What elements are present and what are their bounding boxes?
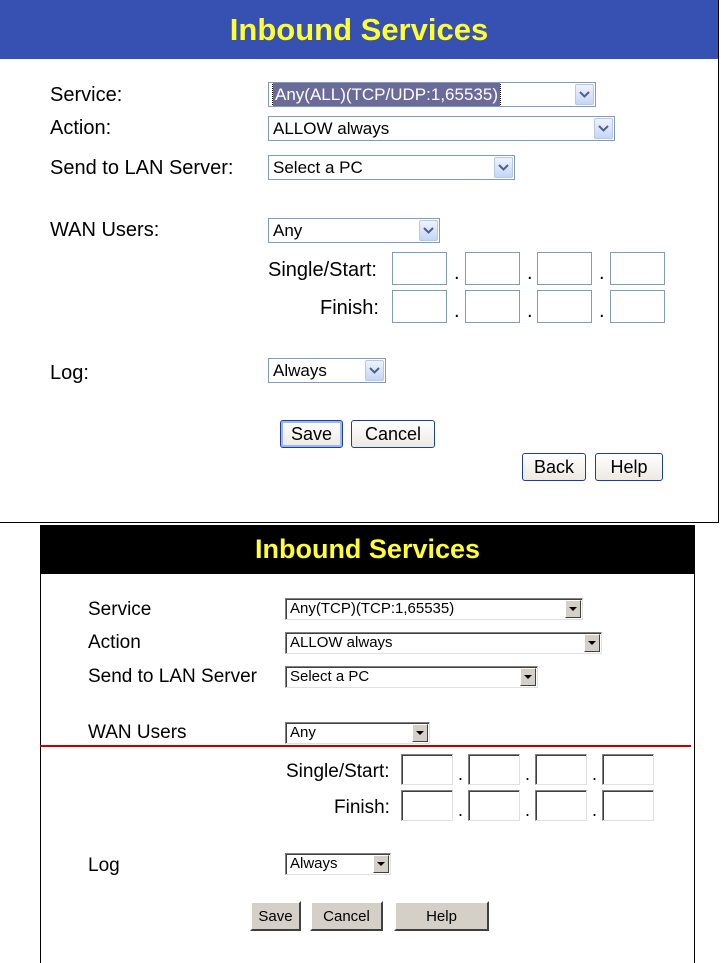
triangle-down-icon[interactable] — [520, 668, 536, 686]
service-selected-value: Any(ALL)(TCP/UDP:1,65535) — [272, 83, 501, 106]
finish-ip-octet-4[interactable] — [610, 290, 665, 323]
lan-server-select[interactable]: Select a PC — [285, 666, 538, 688]
triangle-down-icon[interactable] — [412, 724, 428, 742]
ip-dot: . — [454, 262, 460, 284]
single-start-label: Single/Start: — [286, 761, 390, 782]
wan-users-label: WAN Users: — [50, 219, 160, 241]
ip-dot: . — [592, 764, 598, 784]
action-selected-value: ALLOW always — [273, 119, 390, 138]
wan-users-select[interactable]: Any — [268, 218, 440, 243]
start-ip-octet-4[interactable] — [602, 754, 654, 785]
triangle-down-icon[interactable] — [584, 634, 600, 652]
action-selected-value: ALLOW always — [290, 634, 393, 651]
ip-dot: . — [458, 764, 464, 784]
finish-ip-octet-1[interactable] — [401, 790, 453, 821]
send-to-lan-label: Send to LAN Server: — [50, 157, 234, 179]
single-start-label: Single/Start: — [268, 259, 377, 281]
chevron-down-icon[interactable] — [594, 118, 613, 139]
wan-users-selected-value: Any — [273, 221, 303, 240]
finish-ip-octet-3[interactable] — [535, 790, 587, 821]
ip-dot: . — [599, 300, 605, 322]
log-label: Log: — [50, 362, 89, 384]
wan-users-label: WAN Users — [88, 722, 187, 743]
finish-label: Finish: — [320, 297, 379, 319]
service-selected-value: Any(TCP)(TCP:1,65535) — [290, 600, 455, 617]
start-ip-octet-1[interactable] — [401, 754, 453, 785]
help-button[interactable]: Help — [394, 901, 489, 931]
panel-header: Inbound Services — [0, 0, 718, 59]
lan-server-selected-value: Select a PC — [290, 668, 370, 685]
service-select[interactable]: Any(ALL)(TCP/UDP:1,65535) — [268, 82, 596, 107]
finish-ip-octet-2[interactable] — [465, 290, 520, 323]
ip-dot: . — [458, 800, 464, 820]
help-button[interactable]: Help — [595, 453, 663, 481]
send-to-lan-label: Send to LAN Server — [88, 666, 257, 687]
wan-users-selected-value: Any — [290, 724, 316, 741]
chevron-down-icon[interactable] — [365, 360, 384, 381]
back-button[interactable]: Back — [522, 453, 586, 481]
finish-ip-octet-1[interactable] — [392, 290, 447, 323]
inbound-services-panel-xp: Inbound Services Service: Any(ALL)(TCP/U… — [0, 0, 719, 523]
log-select[interactable]: Always — [285, 853, 391, 875]
service-select[interactable]: Any(TCP)(TCP:1,65535) — [285, 598, 583, 620]
ip-dot: . — [592, 800, 598, 820]
action-select[interactable]: ALLOW always — [285, 632, 602, 654]
inbound-services-panel-classic: Inbound Services Service Any(TCP)(TCP:1,… — [40, 525, 695, 963]
panel-header: Inbound Services — [41, 525, 694, 574]
ip-dot: . — [599, 262, 605, 284]
chevron-down-icon[interactable] — [419, 220, 438, 241]
action-label: Action — [88, 632, 141, 653]
start-ip-octet-4[interactable] — [610, 252, 665, 285]
service-label: Service: — [50, 84, 123, 106]
log-label: Log — [88, 855, 120, 876]
triangle-down-icon[interactable] — [565, 600, 581, 618]
ip-dot: . — [454, 300, 460, 322]
lan-server-selected-value: Select a PC — [273, 158, 363, 177]
ip-dot: . — [525, 800, 531, 820]
save-button[interactable]: Save — [280, 420, 343, 448]
page-title: Inbound Services — [254, 534, 481, 564]
log-select[interactable]: Always — [268, 358, 386, 383]
ip-dot: . — [525, 764, 531, 784]
start-ip-octet-2[interactable] — [465, 252, 520, 285]
save-button[interactable]: Save — [250, 901, 301, 931]
log-selected-value: Always — [273, 361, 327, 380]
finish-label: Finish: — [334, 797, 390, 818]
start-ip-octet-2[interactable] — [468, 754, 520, 785]
finish-ip-octet-2[interactable] — [468, 790, 520, 821]
wan-users-select[interactable]: Any — [285, 722, 430, 744]
start-ip-octet-3[interactable] — [535, 754, 587, 785]
finish-ip-octet-3[interactable] — [537, 290, 592, 323]
finish-ip-octet-4[interactable] — [602, 790, 654, 821]
start-ip-octet-3[interactable] — [537, 252, 592, 285]
ip-dot: . — [527, 300, 533, 322]
chevron-down-icon[interactable] — [494, 157, 513, 178]
start-ip-octet-1[interactable] — [392, 252, 447, 285]
chevron-down-icon[interactable] — [575, 84, 594, 105]
action-label: Action: — [50, 117, 112, 139]
service-label: Service — [88, 599, 152, 620]
ip-dot: . — [527, 262, 533, 284]
action-select[interactable]: ALLOW always — [268, 116, 615, 141]
divider-line — [40, 745, 691, 747]
triangle-down-icon[interactable] — [373, 855, 389, 873]
page-title: Inbound Services — [229, 11, 489, 47]
cancel-button[interactable]: Cancel — [351, 420, 435, 448]
cancel-button[interactable]: Cancel — [310, 901, 383, 931]
log-selected-value: Always — [290, 855, 338, 872]
lan-server-select[interactable]: Select a PC — [268, 155, 515, 180]
